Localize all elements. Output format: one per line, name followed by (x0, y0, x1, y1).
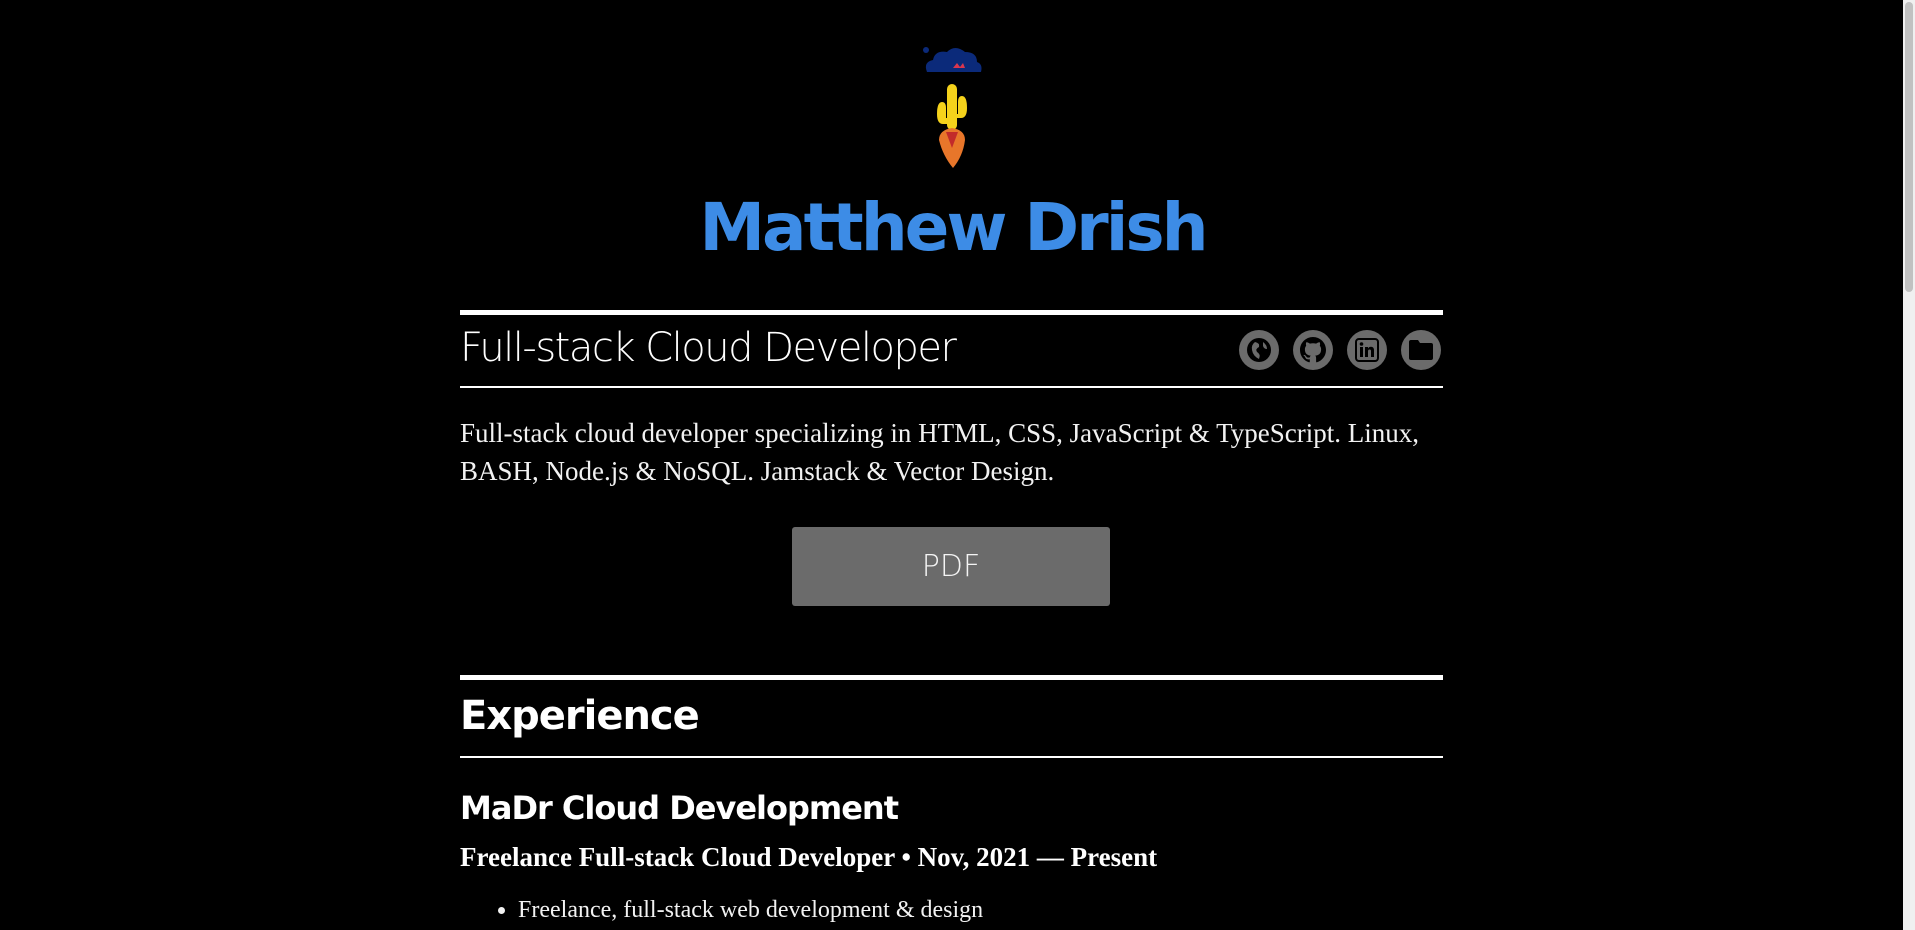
vertical-scrollbar[interactable] (1903, 0, 1915, 930)
social-links (1239, 330, 1441, 370)
github-link-button[interactable] (1293, 330, 1333, 370)
website-link-button[interactable] (1239, 330, 1279, 370)
github-icon (1300, 337, 1326, 363)
scrollbar-thumb[interactable] (1905, 2, 1913, 292)
cactus-rocket-cloud-logo-icon (923, 47, 982, 168)
summary-text: Full-stack cloud developer specializing … (460, 418, 1419, 486)
linkedin-link-button[interactable] (1347, 330, 1387, 370)
linkedin-icon (1355, 338, 1379, 362)
header-divider (460, 310, 1443, 315)
intro-divider (460, 386, 1443, 388)
job-duties-list: Freelance, full-stack web development & … (460, 893, 983, 927)
list-item: Freelance, full-stack web development & … (518, 893, 983, 927)
page-title: Matthew Drish (699, 189, 1208, 266)
company-name: MaDr Cloud Development (460, 789, 899, 827)
globe-icon (1247, 338, 1271, 362)
experience-divider-top (460, 675, 1443, 680)
resume-page: Matthew Drish Full-stack Cloud Developer (0, 0, 1903, 930)
portfolio-link-button[interactable] (1401, 330, 1441, 370)
job-role-dates: Freelance Full-stack Cloud Developer • N… (460, 842, 1158, 872)
experience-divider-bottom (460, 756, 1443, 758)
folder-icon (1409, 340, 1433, 360)
experience-heading: Experience (460, 693, 700, 739)
pdf-download-button[interactable]: PDF (792, 527, 1110, 606)
job-title-heading: Full-stack Cloud Developer (460, 325, 957, 371)
